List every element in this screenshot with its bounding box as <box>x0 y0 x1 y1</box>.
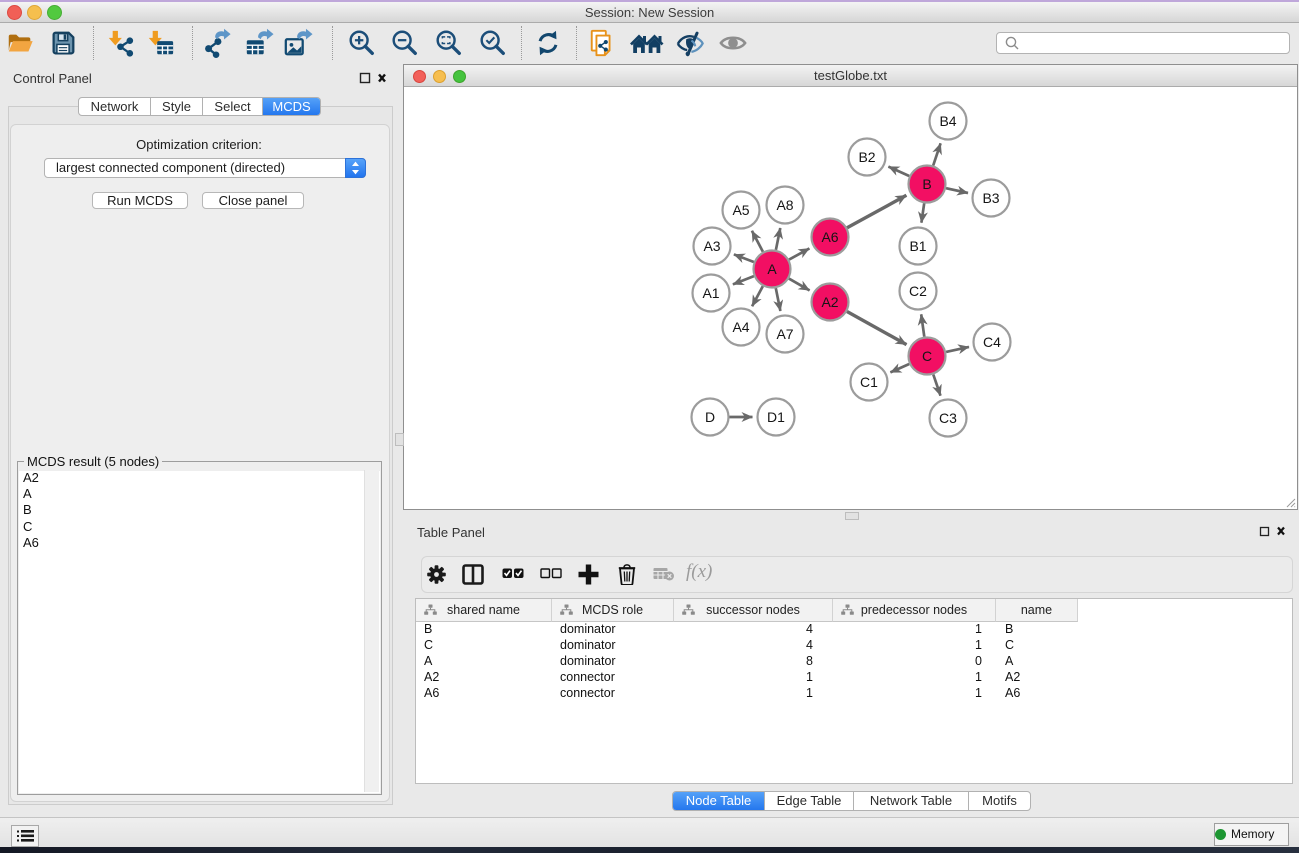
svg-text:D1: D1 <box>767 409 785 425</box>
svg-text:C: C <box>922 348 932 364</box>
svg-text:C4: C4 <box>983 334 1001 350</box>
svg-text:B2: B2 <box>858 149 875 165</box>
svg-text:A6: A6 <box>821 229 838 245</box>
svg-text:B3: B3 <box>982 190 999 206</box>
svg-text:A1: A1 <box>702 285 719 301</box>
svg-text:A4: A4 <box>732 319 749 335</box>
svg-text:C3: C3 <box>939 410 957 426</box>
svg-text:A2: A2 <box>821 294 838 310</box>
svg-text:A3: A3 <box>703 238 720 254</box>
svg-text:B: B <box>922 176 931 192</box>
svg-text:B1: B1 <box>909 238 926 254</box>
svg-text:A7: A7 <box>776 326 793 342</box>
svg-text:A5: A5 <box>732 202 749 218</box>
svg-text:C2: C2 <box>909 283 927 299</box>
svg-text:B4: B4 <box>939 113 956 129</box>
svg-text:A: A <box>767 261 777 277</box>
svg-text:A8: A8 <box>776 197 793 213</box>
svg-text:D: D <box>705 409 715 425</box>
svg-text:C1: C1 <box>860 374 878 390</box>
